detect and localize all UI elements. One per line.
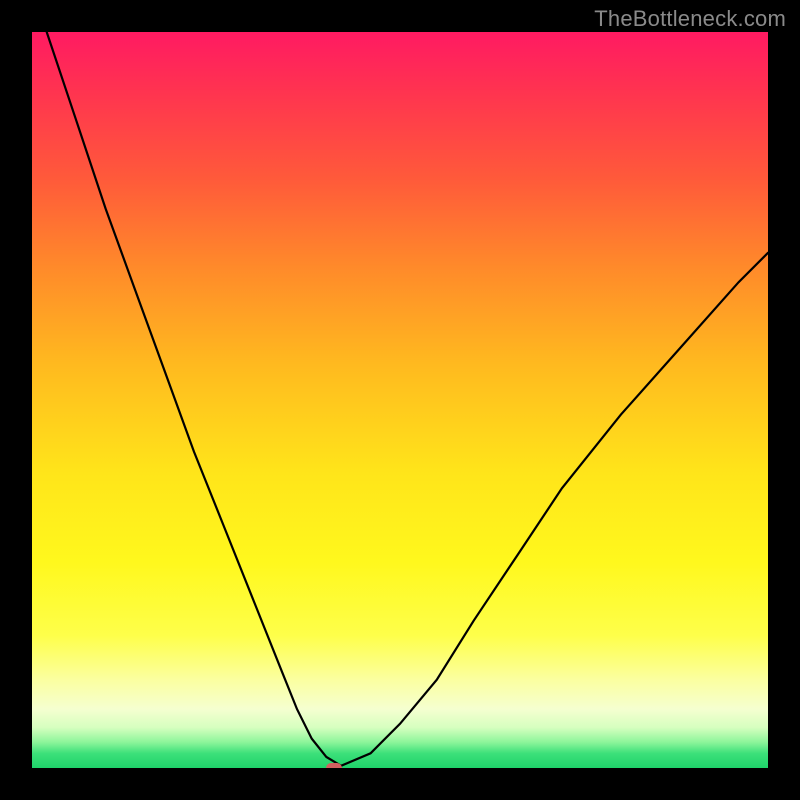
bottleneck-curve [32, 32, 768, 768]
watermark-text: TheBottleneck.com [594, 6, 786, 32]
plot-area [32, 32, 768, 768]
optimal-point-marker [326, 763, 342, 768]
chart-frame: TheBottleneck.com [0, 0, 800, 800]
